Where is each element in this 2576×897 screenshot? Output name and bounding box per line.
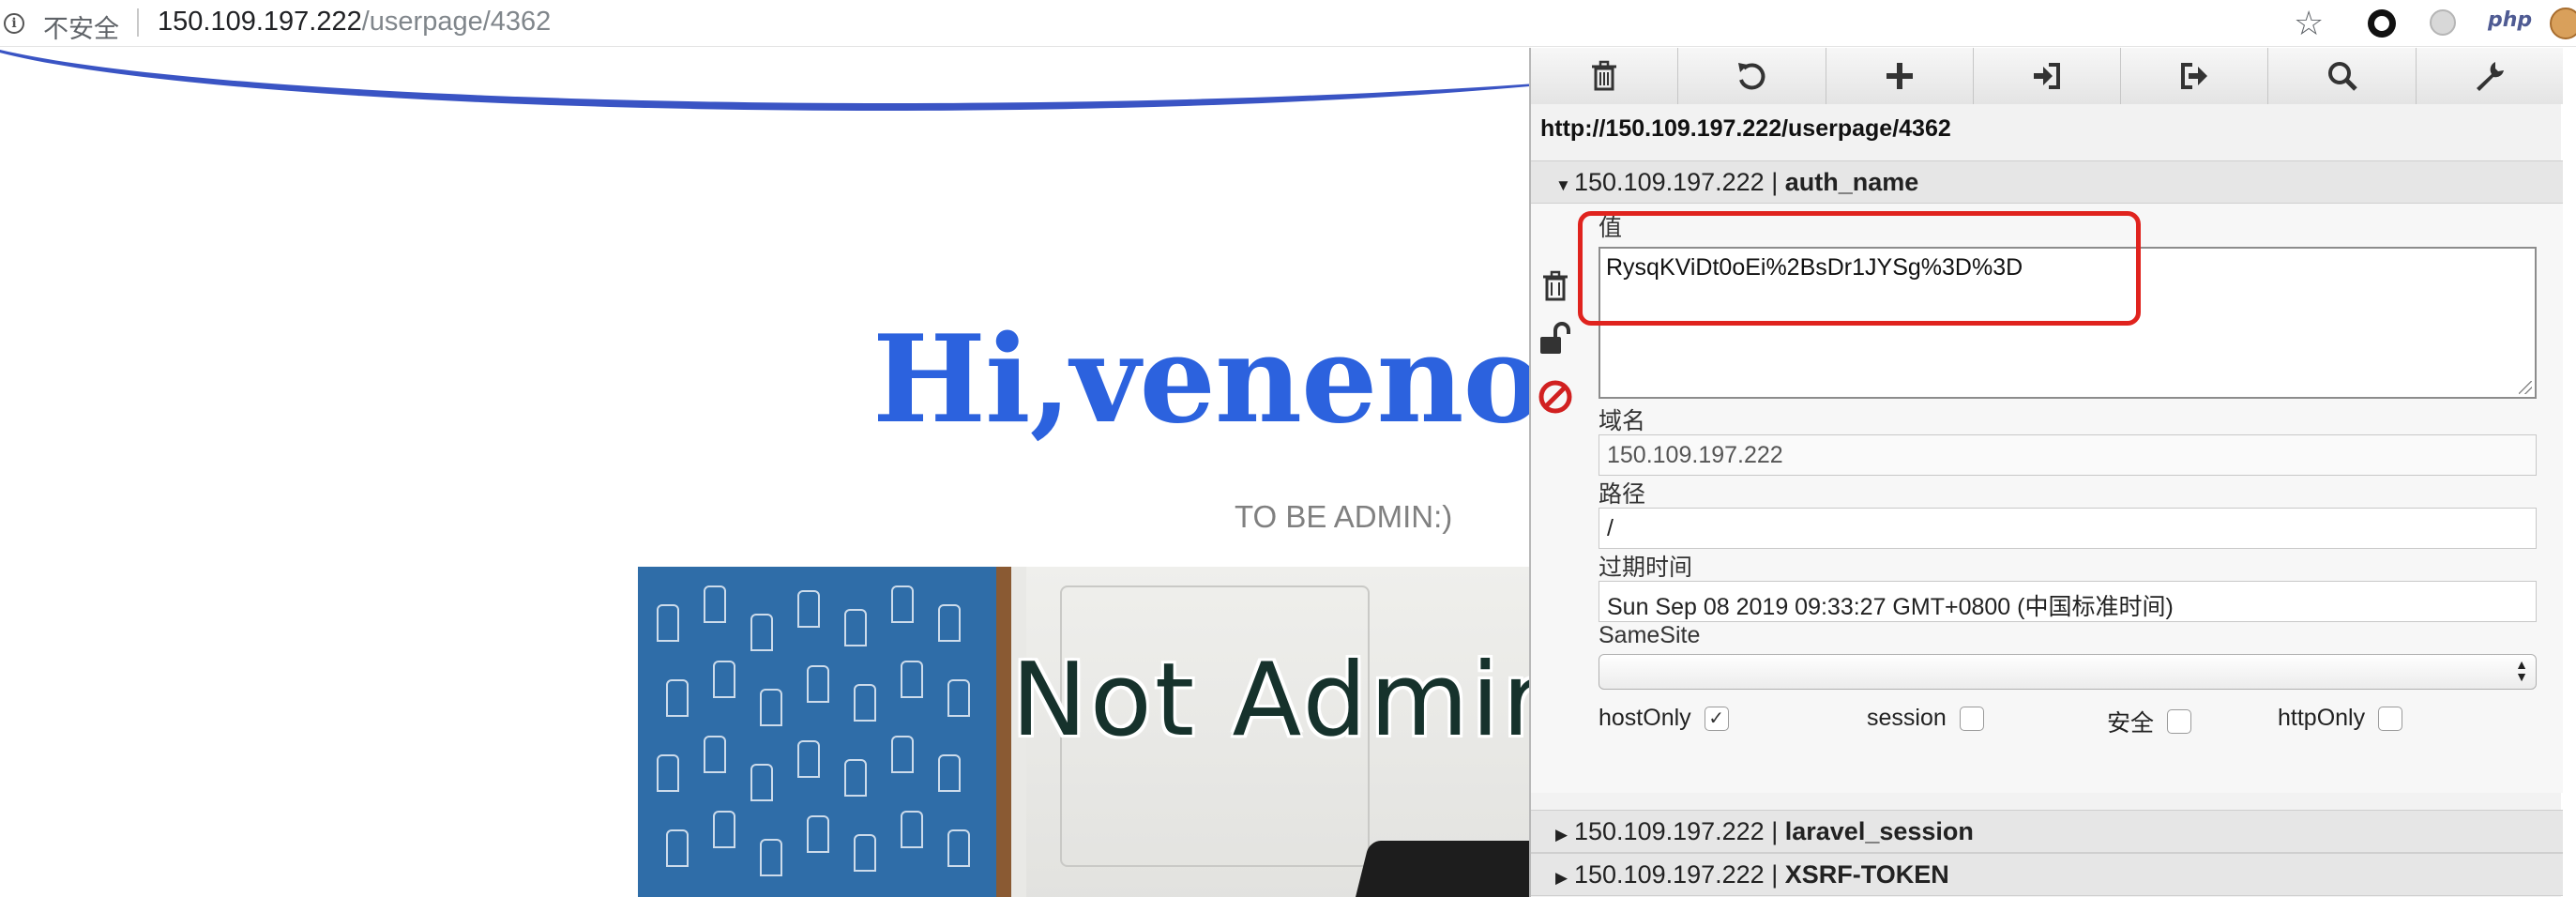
browser-address-bar: i 不安全 150.109.197.222/userpage/4362 ☆ ph… xyxy=(0,0,2576,47)
current-url: http://150.109.197.222/userpage/4362 xyxy=(1540,115,1951,142)
cookie-name: auth_name xyxy=(1784,168,1919,196)
block-cookie-icon[interactable] xyxy=(1537,378,1574,416)
cookie-header-laravel-session[interactable]: ▶ 150.109.197.222 | laravel_session xyxy=(1531,810,2563,853)
extension-circle-icon[interactable] xyxy=(2368,9,2396,38)
extension-cookie-icon[interactable] xyxy=(2550,8,2576,39)
url-input[interactable]: 150.109.197.222/userpage/4362 xyxy=(158,7,551,38)
domain-field[interactable]: 150.109.197.222 xyxy=(1599,434,2537,476)
export-button[interactable] xyxy=(2121,48,2269,104)
hostonly-checkbox[interactable]: ✓ xyxy=(1704,706,1729,731)
trash-icon xyxy=(1592,60,1617,91)
cookie-name: laravel_session xyxy=(1784,817,1974,845)
flag-httponly[interactable]: httpOnly xyxy=(2278,705,2403,732)
bookmark-star-icon[interactable]: ☆ xyxy=(2294,4,2324,43)
hero-image: Not Admir xyxy=(638,567,1576,897)
wrench-icon xyxy=(2476,62,2504,91)
path-field[interactable]: / xyxy=(1599,508,2537,549)
cookie-editor-panel: http://150.109.197.222/userpage/4362 ▼ 15… xyxy=(1529,48,2563,897)
extension-php-icon[interactable]: php xyxy=(2488,8,2532,32)
httponly-checkbox[interactable] xyxy=(2378,706,2403,731)
expand-triangle-icon: ▶ xyxy=(1555,869,1568,887)
cookie-name: XSRF-TOKEN xyxy=(1784,860,1949,889)
cookie-header-xsrf-token[interactable]: ▶ 150.109.197.222 | XSRF-TOKEN xyxy=(1531,853,2563,896)
import-icon xyxy=(2033,63,2060,89)
search-icon xyxy=(2327,62,2357,91)
cookie-toolbar xyxy=(1531,48,2563,104)
samesite-select[interactable]: ▲ ▼ xyxy=(1599,654,2537,690)
settings-button[interactable] xyxy=(2416,48,2563,104)
delete-all-button[interactable] xyxy=(1531,48,1679,104)
collapse-triangle-icon: ▼ xyxy=(1555,176,1571,194)
expand-triangle-icon: ▶ xyxy=(1555,826,1568,844)
page-title: Hi,venenof xyxy=(872,310,1594,450)
address-divider xyxy=(137,8,139,37)
security-indicator[interactable]: 不安全 xyxy=(43,8,119,45)
landmarks-poster xyxy=(638,567,1011,897)
extension-globe-icon[interactable] xyxy=(2430,9,2456,36)
flag-hostonly[interactable]: hostOnly ✓ xyxy=(1599,705,1729,732)
reload-button[interactable] xyxy=(1678,48,1826,104)
url-host: 150.109.197.222 xyxy=(158,7,362,37)
cookie-flags: hostOnly ✓ session 安全 httpOnly xyxy=(1599,701,2537,738)
flag-secure[interactable]: 安全 xyxy=(2107,705,2192,738)
expires-label: 过期时间 xyxy=(1599,555,1693,581)
cookie-header-auth-name[interactable]: ▼ 150.109.197.222 | auth_name xyxy=(1531,160,2563,204)
url-path: /userpage/4362 xyxy=(361,7,552,37)
export-icon xyxy=(2181,63,2208,89)
search-button[interactable] xyxy=(2268,48,2417,104)
select-arrows-icon: ▲ ▼ xyxy=(2515,657,2528,684)
secure-checkbox[interactable] xyxy=(2167,709,2192,734)
expires-field[interactable]: Sun Sep 08 2019 09:33:27 GMT+0800 (中国标准时… xyxy=(1599,581,2537,622)
path-label: 路径 xyxy=(1599,481,1646,508)
session-checkbox[interactable] xyxy=(1959,706,1984,731)
resize-grip-icon[interactable] xyxy=(2519,381,2532,394)
highlight-annotation-box xyxy=(1578,211,2141,326)
import-button[interactable] xyxy=(1973,48,2122,104)
add-cookie-button[interactable] xyxy=(1826,48,1974,104)
plus-icon xyxy=(1886,63,1913,89)
delete-cookie-icon[interactable] xyxy=(1537,267,1574,305)
cookie-edit-form: 值 RysqKViDt0oEi%2BsDr1JYSg%3D%3D 域名 150.… xyxy=(1531,204,2563,793)
hero-heading: Not Admir xyxy=(1011,642,1547,759)
refresh-icon xyxy=(1738,63,1765,90)
info-icon[interactable]: i xyxy=(4,13,24,34)
samesite-label: SameSite xyxy=(1599,622,1701,648)
domain-label: 域名 xyxy=(1599,408,1646,434)
page-subtitle: TO BE ADMIN:) xyxy=(1235,499,1453,534)
unlock-icon[interactable] xyxy=(1537,320,1574,357)
flag-session[interactable]: session xyxy=(1867,705,1984,732)
